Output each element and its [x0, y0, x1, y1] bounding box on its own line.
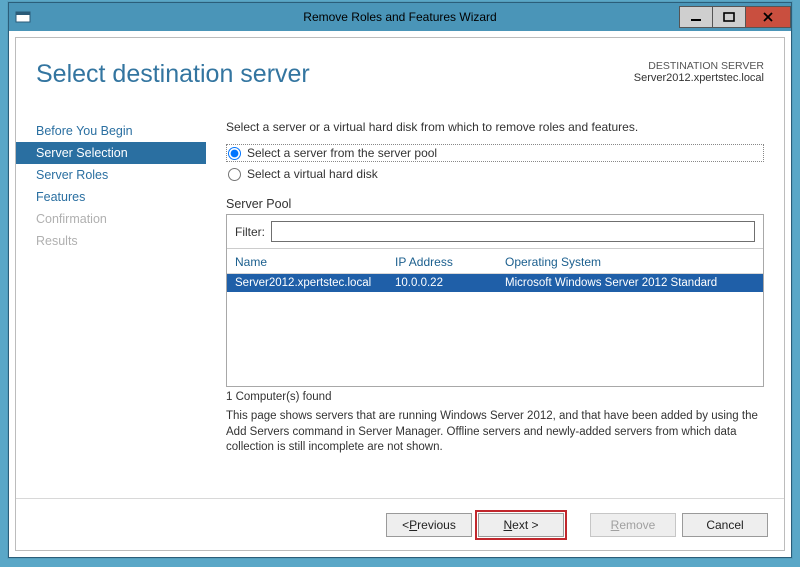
close-button[interactable]: [745, 6, 791, 28]
col-name[interactable]: Name: [235, 255, 395, 269]
table-row[interactable]: Server2012.xpertstec.local 10.0.0.22 Mic…: [227, 274, 763, 292]
nav-features[interactable]: Features: [16, 186, 206, 208]
app-icon: [15, 10, 33, 24]
nav-before-you-begin[interactable]: Before You Begin: [16, 120, 206, 142]
destination-caption: DESTINATION SERVER: [634, 60, 764, 72]
nav-server-roles[interactable]: Server Roles: [16, 164, 206, 186]
titlebar[interactable]: Remove Roles and Features Wizard: [9, 3, 791, 31]
cancel-button[interactable]: Cancel: [682, 513, 768, 537]
help-text: This page shows servers that are running…: [226, 409, 764, 456]
nav-server-selection[interactable]: Server Selection: [16, 142, 206, 164]
next-button[interactable]: Next >: [478, 513, 564, 537]
remove-button: Remove: [590, 513, 676, 537]
radio-vhd[interactable]: [228, 168, 241, 181]
maximize-button[interactable]: [712, 6, 746, 28]
inner-panel: Select destination server DESTINATION SE…: [15, 37, 785, 551]
radio-server-pool[interactable]: [228, 147, 241, 160]
content-area: Select a server or a virtual hard disk f…: [226, 120, 764, 494]
cell-ip: 10.0.0.22: [395, 277, 505, 289]
previous-button[interactable]: < Previous: [386, 513, 472, 537]
grid-body[interactable]: Server2012.xpertstec.local 10.0.0.22 Mic…: [227, 274, 763, 386]
wizard-nav: Before You Begin Server Selection Server…: [16, 120, 206, 252]
wizard-window: Remove Roles and Features Wizard Select …: [8, 2, 792, 558]
nav-confirmation: Confirmation: [16, 208, 206, 230]
radio-server-pool-label: Select a server from the server pool: [247, 146, 437, 160]
radio-vhd-label: Select a virtual hard disk: [247, 167, 378, 181]
window-title: Remove Roles and Features Wizard: [303, 10, 496, 24]
server-pool-label: Server Pool: [226, 197, 764, 211]
client-area: Select destination server DESTINATION SE…: [9, 31, 791, 557]
footer: < Previous Next > Remove Cancel: [16, 498, 784, 550]
radio-vhd-row[interactable]: Select a virtual hard disk: [226, 165, 764, 183]
minimize-button[interactable]: [679, 6, 713, 28]
filter-input[interactable]: [271, 221, 755, 242]
server-pool-box: Filter: Name IP Address Operating System…: [226, 214, 764, 387]
grid-header: Name IP Address Operating System: [227, 249, 763, 274]
cell-os: Microsoft Windows Server 2012 Standard: [505, 277, 755, 289]
instruction-text: Select a server or a virtual hard disk f…: [226, 120, 764, 134]
destination-label: DESTINATION SERVER Server2012.xpertstec.…: [634, 60, 764, 84]
cell-name: Server2012.xpertstec.local: [235, 277, 395, 289]
page-header: Select destination server: [36, 60, 310, 89]
destination-server: Server2012.xpertstec.local: [634, 72, 764, 84]
filter-label: Filter:: [235, 225, 265, 239]
filter-row: Filter:: [227, 215, 763, 249]
radio-server-pool-row[interactable]: Select a server from the server pool: [226, 144, 764, 162]
window-buttons: [680, 6, 791, 28]
col-os[interactable]: Operating System: [505, 255, 755, 269]
found-text: 1 Computer(s) found: [226, 391, 764, 403]
nav-results: Results: [16, 230, 206, 252]
col-ip[interactable]: IP Address: [395, 255, 505, 269]
page-title: Select destination server: [36, 60, 310, 89]
